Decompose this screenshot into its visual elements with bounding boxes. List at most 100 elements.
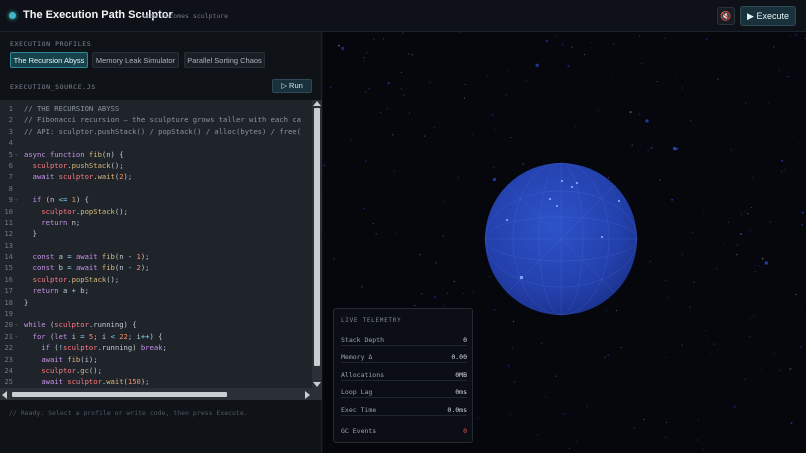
horizontal-scrollbar-thumb[interactable]: [12, 392, 227, 397]
code-line[interactable]: 14 const a = await fib(n - 1);: [0, 251, 312, 262]
star-particle: [613, 43, 615, 45]
scroll-right-arrow-icon[interactable]: [305, 391, 310, 399]
star-particle: [649, 260, 651, 262]
code-area[interactable]: 1 // THE RECURSION ABYSS 2 // Fibonacci rec…: [0, 103, 312, 388]
fold-chevron-icon[interactable]: ⌄: [15, 194, 18, 205]
code-line[interactable]: 1 // THE RECURSION ABYSS: [0, 103, 312, 114]
star-particle: [434, 296, 436, 298]
code-line[interactable]: 19: [0, 308, 312, 319]
code-line[interactable]: 7 await sculptor.wait(2);: [0, 171, 312, 182]
star-particle: [375, 233, 377, 235]
code-line[interactable]: 25 await sculptor.wait(150);: [0, 376, 312, 387]
run-button[interactable]: ▷ Run: [272, 79, 312, 93]
code-line[interactable]: 2 // Fibonacci recursion — the sculpture …: [0, 114, 312, 125]
star-particle: [647, 150, 649, 152]
code-line[interactable]: 20 ⌄ while (sculptor.running) {: [0, 319, 312, 330]
code-line[interactable]: 22 if (!sculptor.running) break;: [0, 342, 312, 353]
code-text: sculptor.pushStack();: [32, 160, 124, 170]
sculpture-sphere[interactable]: [484, 162, 638, 316]
code-line[interactable]: 16 sculptor.popStack();: [0, 274, 312, 285]
star-particle: [736, 244, 738, 246]
profile-tab-recursion-abyss[interactable]: The Recursion Abyss: [10, 52, 88, 68]
star-particle: [665, 279, 666, 281]
star-particle: [615, 310, 617, 311]
profile-tab-memory-leak-simulator[interactable]: Memory Leak Simulator: [92, 52, 179, 68]
left-panel: EXECUTION PROFILES The Recursion Abyss M…: [0, 32, 322, 453]
star-particle: [639, 35, 641, 37]
execute-button[interactable]: ▶ Execute: [740, 6, 796, 26]
star-particle: [689, 306, 691, 308]
code-text: for (let i = 5; i < 22; i++) {: [32, 331, 163, 341]
star-particle: [740, 233, 742, 235]
code-line[interactable]: 24 sculptor.gc();: [0, 365, 312, 376]
star-particle: [402, 32, 404, 34]
code-text: return n;: [41, 217, 81, 227]
star-particle: [611, 76, 613, 78]
star-particle: [555, 35, 557, 37]
star-particle: [368, 88, 370, 90]
code-line[interactable]: 15 const b = await fib(n - 2);: [0, 262, 312, 273]
code-text: // THE RECURSION ABYSS: [24, 104, 120, 113]
star-particle: [337, 241, 338, 243]
star-particle: [373, 202, 375, 204]
scroll-down-arrow-icon[interactable]: [313, 382, 321, 387]
star-particle: [703, 449, 705, 451]
star-particle: [781, 159, 784, 162]
code-line[interactable]: 8: [0, 183, 312, 194]
fold-chevron-icon[interactable]: ⌄: [15, 331, 18, 342]
code-line[interactable]: 4: [0, 137, 312, 148]
code-line[interactable]: 12 }: [0, 228, 312, 239]
telemetry-label: Loop Lag: [341, 388, 373, 396]
star-particle: [487, 76, 489, 78]
star-particle: [753, 314, 755, 316]
line-number: 22: [4, 343, 13, 353]
star-particle: [400, 88, 402, 90]
line-number: 19: [4, 309, 13, 319]
vertical-scrollbar-thumb[interactable]: [314, 108, 320, 366]
star-particle: [728, 221, 729, 223]
code-line[interactable]: 11 return n;: [0, 217, 312, 228]
star-particle: [692, 231, 694, 233]
code-line[interactable]: 6 sculptor.pushStack();: [0, 160, 312, 171]
telemetry-label: Exec Time: [341, 406, 377, 414]
code-line[interactable]: 9 ⌄ if (n <= 1) {: [0, 194, 312, 205]
star-particle: [630, 345, 632, 347]
line-number: 9: [8, 195, 13, 205]
star-particle: [350, 140, 352, 142]
code-line[interactable]: 10 sculptor.popStack();: [0, 206, 312, 217]
star-particle: [758, 265, 760, 267]
line-number: 13: [4, 240, 13, 250]
fold-chevron-icon[interactable]: ⌄: [15, 319, 18, 330]
profile-tab-parallel-sorting-chaos[interactable]: Parallel Sorting Chaos: [184, 52, 265, 68]
line-number: 17: [4, 286, 13, 296]
star-particle: [569, 447, 570, 449]
code-text: async function fib(n) {: [24, 149, 124, 159]
mute-button[interactable]: 🔇: [717, 7, 735, 25]
code-editor[interactable]: 1 // THE RECURSION ABYSS 2 // Fibonacci rec…: [0, 100, 322, 400]
code-line[interactable]: 18}: [0, 297, 312, 308]
scroll-up-arrow-icon[interactable]: [313, 101, 321, 106]
code-line[interactable]: 23 await fib(i);: [0, 354, 312, 365]
code-line[interactable]: 21 ⌄ for (let i = 5; i < 22; i++) {: [0, 331, 312, 342]
star-particle: [492, 114, 494, 116]
star-particle: [681, 87, 683, 89]
star-particle: [801, 309, 803, 311]
scroll-left-arrow-icon[interactable]: [2, 391, 7, 399]
star-particle: [690, 119, 692, 121]
star-particle: [394, 170, 395, 172]
star-particle: [767, 102, 769, 104]
profiles-section-label: EXECUTION PROFILES: [10, 40, 92, 48]
fold-chevron-icon[interactable]: ⌄: [15, 149, 18, 160]
star-particle: [597, 110, 599, 111]
star-particle: [778, 69, 780, 71]
line-number: 6: [8, 160, 13, 170]
code-line[interactable]: 5 ⌄ async function fib(n) {: [0, 149, 312, 160]
star-particle: [795, 294, 797, 296]
code-line[interactable]: 17 return a + b;: [0, 285, 312, 296]
star-particle: [745, 102, 747, 104]
code-line[interactable]: 13: [0, 240, 312, 251]
star-particle: [537, 434, 539, 436]
star-particle: [643, 418, 645, 420]
code-text: if (n <= 1) {: [32, 195, 89, 205]
code-line[interactable]: 3 // API: sculptor.pushStack() / popStack…: [0, 126, 312, 137]
